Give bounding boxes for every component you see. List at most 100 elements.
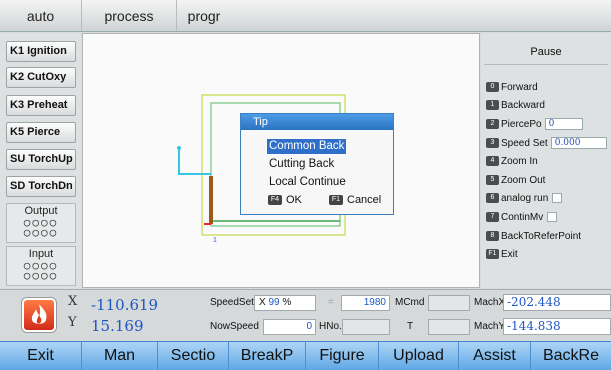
hno-value [342, 319, 390, 335]
key-4-icon: 4 [486, 156, 499, 167]
breakpoint-button[interactable]: BreakP [229, 342, 306, 370]
key-2-icon: 2 [486, 119, 499, 130]
nowspeed-label: NowSpeed [210, 321, 259, 332]
equals-sign: = [328, 297, 334, 308]
analog-run-checkbox[interactable] [552, 193, 563, 204]
lead-start-point [177, 146, 181, 150]
speedset-percent-value: 99 [268, 297, 280, 308]
ignition-button[interactable]: K1 Ignition [6, 41, 76, 62]
speedset-label: SpeedSet [210, 297, 254, 308]
left-control-panel: K1 Ignition K2 CutOxy K3 Preheat K5 Pier… [0, 33, 81, 288]
zoom-in-item[interactable]: 4 Zoom In [486, 155, 538, 169]
option-cutting-back[interactable]: Cutting Back [267, 157, 336, 172]
key-0-icon: 0 [486, 82, 499, 93]
input-dots: ○○○○ ○○○○ [23, 259, 59, 282]
back-reference-button[interactable]: BackRe [531, 342, 611, 370]
section-button[interactable]: Sectio [158, 342, 229, 370]
contin-mv-item: 7 ContinMv [486, 211, 558, 225]
back-to-refer-point-label: BackToReferPoint [501, 231, 582, 242]
hno-label: HNo. [319, 321, 342, 332]
assist-button[interactable]: Assist [459, 342, 531, 370]
backward-label: Backward [501, 100, 545, 111]
f1-key-icon: F1 [329, 195, 343, 206]
analog-run-item: 6 analog run [486, 192, 563, 206]
cyan-lead-path [178, 148, 211, 175]
zoom-out-label: Zoom Out [501, 175, 546, 186]
torch-down-button[interactable]: SD TorchDn [6, 176, 76, 197]
key-6-icon: 6 [486, 193, 499, 204]
back-to-refer-point-item[interactable]: 8 BackToReferPoint [486, 230, 581, 244]
exit-button[interactable]: Exit [0, 342, 82, 370]
tab-process[interactable]: process [82, 0, 177, 31]
pierce-pos-label: PiercePo [501, 119, 542, 130]
key-f1-icon: F1 [486, 249, 499, 260]
key-8-icon: 8 [486, 231, 499, 242]
x-axis-label: X [68, 294, 78, 309]
mcmd-value [428, 295, 470, 311]
pierce-pos-input[interactable]: 0 [544, 118, 583, 131]
pierce-button[interactable]: K5 Pierce [6, 122, 76, 143]
f4-key-icon: F4 [268, 195, 282, 206]
function-key-bar: Exit Man Sectio BreakP Figure Upload Ass… [0, 341, 611, 370]
key-5-icon: 5 [486, 175, 499, 186]
speed-set-item: 3 Speed Set 0.000 [486, 137, 607, 151]
analog-run-label: analog run [501, 193, 549, 204]
option-local-continue[interactable]: Local Continue [267, 175, 348, 190]
machy-label: MachY [474, 321, 506, 332]
nowspeed-value: 0 [263, 319, 316, 335]
option-common-back[interactable]: Common Back [265, 138, 348, 155]
exit-label: Exit [501, 249, 518, 260]
fire-icon [22, 298, 56, 332]
mcmd-label: MCmd [395, 297, 425, 308]
machx-value: -202.448 [503, 294, 611, 311]
cancel-label: Cancel [347, 194, 382, 206]
pause-panel: Pause 0 Forward 1 Backward 2 PiercePo 0 3 Spe… [481, 33, 611, 288]
speedset-x: X [259, 297, 266, 308]
cutoxy-button[interactable]: K2 CutOxy [6, 67, 76, 88]
top-tab-bar: auto process progr [0, 0, 611, 32]
key-7-icon: 7 [486, 212, 499, 223]
backward-item[interactable]: 1 Backward [486, 99, 545, 113]
figure-button[interactable]: Figure [306, 342, 379, 370]
speedset-percent-box[interactable]: X 99 % [254, 295, 316, 311]
preheat-button[interactable]: K3 Preheat [6, 95, 76, 116]
cancel-button[interactable]: F1 Cancel [329, 194, 381, 206]
manual-button[interactable]: Man [82, 342, 158, 370]
t-label: T [407, 321, 414, 332]
machx-label: MachX [474, 297, 506, 308]
y-position-value: 15.169 [91, 317, 144, 335]
speed-set-input[interactable]: 0.000 [550, 137, 607, 150]
forward-label: Forward [501, 82, 538, 93]
forward-item[interactable]: 0 Forward [486, 81, 538, 95]
tab-progr[interactable]: progr [177, 0, 231, 31]
zoom-in-label: Zoom In [501, 156, 538, 167]
pierce-pos-item: 2 PiercePo 0 [486, 118, 583, 132]
percent-sign: % [282, 297, 292, 308]
tab-auto[interactable]: auto [0, 0, 82, 31]
cnc-screen: auto process progr K1 Ignition K2 CutOxy… [0, 0, 611, 370]
input-indicator-group: Input ○○○○ ○○○○ [6, 246, 76, 286]
start-marker-label: 1 [213, 237, 217, 244]
status-panel: X Y -110.619 15.169 SpeedSet X 99 % = 19… [0, 289, 611, 341]
speed-set-label: Speed Set [501, 138, 548, 149]
speedset-value: 1980 [341, 295, 390, 311]
y-axis-label: Y [68, 315, 77, 330]
key-1-icon: 1 [486, 100, 499, 111]
contin-mv-label: ContinMv [501, 212, 544, 223]
ok-button[interactable]: F4 OK [268, 194, 302, 206]
contin-mv-checkbox[interactable] [547, 212, 558, 223]
x-position-value: -110.619 [91, 296, 159, 314]
key-3-icon: 3 [486, 138, 499, 149]
exit-item[interactable]: F1 Exit [486, 248, 518, 262]
tip-dialog-title: Tip [241, 114, 393, 130]
pause-title: Pause [484, 39, 608, 65]
torch-up-button[interactable]: SU TorchUp [6, 149, 76, 170]
zoom-out-item[interactable]: 5 Zoom Out [486, 174, 545, 188]
output-indicator-group: Output ○○○○ ○○○○ [6, 203, 76, 243]
upload-button[interactable]: Upload [379, 342, 459, 370]
machy-value: -144.838 [503, 318, 611, 335]
output-dots: ○○○○ ○○○○ [23, 216, 59, 239]
t-value [428, 319, 470, 335]
ok-label: OK [286, 194, 302, 206]
tip-dialog: Tip Common Back Cutting Back Local Conti… [240, 113, 394, 215]
